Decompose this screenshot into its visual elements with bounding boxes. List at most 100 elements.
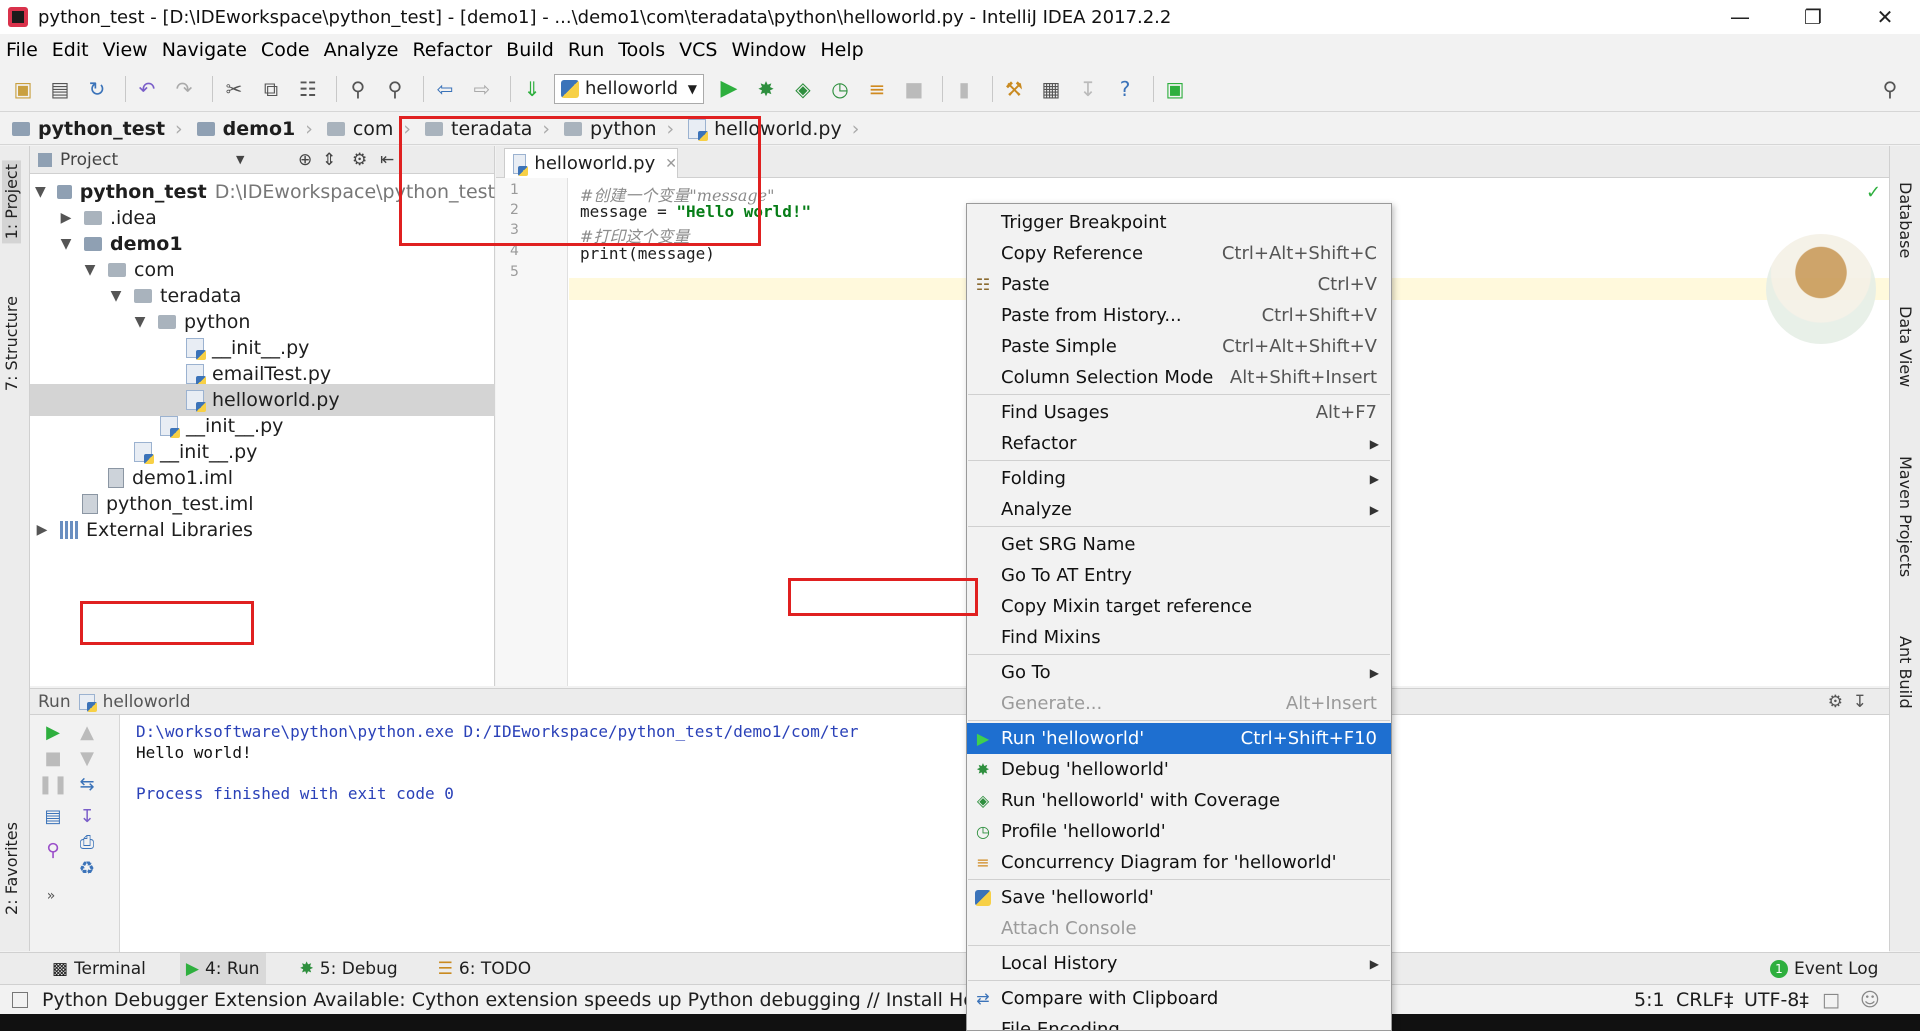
locate-icon[interactable]: ⊕: [298, 150, 312, 170]
expand-arrow-icon[interactable]: ▼: [130, 314, 150, 330]
structure-tool-tab[interactable]: 7: Structure: [2, 296, 21, 391]
hide-icon[interactable]: ⇤: [380, 150, 394, 170]
expand-arrow-icon[interactable]: ▼: [80, 262, 100, 278]
run-icon[interactable]: ▶: [714, 74, 744, 104]
menu-tools[interactable]: Tools: [618, 39, 665, 61]
menu-item-local-history[interactable]: Local History ▶: [967, 948, 1391, 979]
menu-item-go-to[interactable]: Go To ▶: [967, 657, 1391, 688]
collapse-all-icon[interactable]: ⇕: [322, 150, 336, 170]
redo-icon[interactable]: ↷: [169, 74, 199, 104]
inspector-icon[interactable]: ☺: [1860, 989, 1880, 1011]
tree-item-external-libraries[interactable]: ▶ External Libraries: [30, 514, 495, 546]
replace-icon[interactable]: ⚲: [380, 74, 410, 104]
open-folder-icon[interactable]: ▣: [8, 74, 38, 104]
menu-item-copy-mixin-target[interactable]: Copy Mixin target reference: [967, 591, 1391, 622]
collapse-arrow-icon[interactable]: ▶: [32, 522, 52, 538]
concurrency-icon[interactable]: ≡: [862, 74, 892, 104]
expand-arrow-icon[interactable]: ▼: [32, 184, 49, 200]
editor-tab-helloworld[interactable]: helloworld.py ✕: [504, 148, 678, 178]
crumb-python[interactable]: python ›: [564, 118, 674, 140]
code-line-4[interactable]: print(message): [580, 244, 715, 263]
menu-item-find-mixins[interactable]: Find Mixins: [967, 622, 1391, 653]
lock-icon[interactable]: □: [1822, 989, 1840, 1011]
coverage-icon[interactable]: ◈: [788, 74, 818, 104]
menu-item-save-helloworld[interactable]: Save 'helloworld': [967, 882, 1391, 913]
project-tool-tab[interactable]: 1: Project: [2, 160, 21, 244]
expand-arrow-icon[interactable]: ▼: [106, 288, 126, 304]
menu-analyze[interactable]: Analyze: [324, 39, 399, 61]
copy-icon[interactable]: ⧉: [256, 74, 286, 104]
menu-vcs[interactable]: VCS: [679, 39, 717, 61]
more-icon[interactable]: »: [38, 883, 64, 909]
menu-navigate[interactable]: Navigate: [162, 39, 247, 61]
crumb-com[interactable]: com ›: [326, 118, 411, 140]
collapse-arrow-icon[interactable]: ▶: [56, 210, 76, 226]
clear-all-icon[interactable]: ♻: [74, 855, 100, 881]
run-panel-config[interactable]: helloworld: [103, 692, 191, 712]
file-encoding[interactable]: UTF-8‡: [1744, 989, 1809, 1011]
debug-tab[interactable]: ✸ 5: Debug: [294, 953, 404, 985]
menu-item-compare-with-clipboard[interactable]: ⇄ Compare with Clipboard: [967, 983, 1391, 1014]
menu-item-concurrency-diagram[interactable]: ≡ Concurrency Diagram for 'helloworld': [967, 847, 1391, 878]
menu-item-debug-helloworld[interactable]: ✸ Debug 'helloworld': [967, 754, 1391, 785]
favorites-tool-tab[interactable]: 2: Favorites: [2, 822, 21, 915]
back-icon[interactable]: ⇦: [430, 74, 460, 104]
project-view-select[interactable]: Project: [60, 150, 118, 170]
layout-icon[interactable]: ▤: [40, 803, 66, 829]
minimize-button[interactable]: —: [1705, 0, 1775, 34]
find-icon[interactable]: ⚲: [343, 74, 373, 104]
sync-icon[interactable]: ↻: [82, 74, 112, 104]
rerun-icon[interactable]: ▶: [40, 719, 66, 745]
close-tab-icon[interactable]: ✕: [665, 156, 677, 172]
help-icon[interactable]: ?: [1110, 74, 1140, 104]
menu-run[interactable]: Run: [568, 39, 604, 61]
hide-panel-icon[interactable]: ↧: [1853, 692, 1867, 712]
database-tool-tab[interactable]: Database: [1896, 182, 1915, 258]
forward-icon[interactable]: ⇨: [467, 74, 497, 104]
cut-icon[interactable]: ✂: [219, 74, 249, 104]
menu-help[interactable]: Help: [820, 39, 863, 61]
menu-item-paste-simple[interactable]: Paste Simple Ctrl+Alt+Shift+V: [967, 331, 1391, 362]
project-structure-icon[interactable]: ▦: [1036, 74, 1066, 104]
menu-item-go-to-at-entry[interactable]: Go To AT Entry: [967, 560, 1391, 591]
paste-icon[interactable]: ☷: [293, 74, 323, 104]
menu-item-copy-reference[interactable]: Copy Reference Ctrl+Alt+Shift+C: [967, 238, 1391, 269]
gear-icon[interactable]: ⚙: [1828, 692, 1843, 712]
menu-code[interactable]: Code: [261, 39, 310, 61]
maximize-button[interactable]: ❐: [1778, 0, 1848, 34]
pause-icon[interactable]: ❚❚: [38, 771, 68, 797]
menu-item-folding[interactable]: Folding ▶: [967, 463, 1391, 494]
scroll-down-icon[interactable]: ▼: [74, 745, 100, 771]
menu-item-column-selection-mode[interactable]: Column Selection Mode Alt+Shift+Insert: [967, 362, 1391, 393]
todo-tab[interactable]: ☰ 6: TODO: [432, 953, 537, 985]
undo-icon[interactable]: ↶: [132, 74, 162, 104]
expand-arrow-icon[interactable]: ▼: [56, 236, 76, 252]
crumb-teradata[interactable]: teradata ›: [425, 118, 550, 140]
menu-item-analyze[interactable]: Analyze ▶: [967, 494, 1391, 525]
menu-file[interactable]: File: [6, 39, 38, 61]
scroll-to-end-icon[interactable]: ↧: [74, 803, 100, 829]
stop-icon[interactable]: ■: [899, 74, 929, 104]
ant-build-tool-tab[interactable]: Ant Build: [1896, 636, 1915, 709]
menu-item-profile-helloworld[interactable]: ◷ Profile 'helloworld': [967, 816, 1391, 847]
crumb-python-test[interactable]: python_test ›: [12, 118, 183, 140]
settings-icon[interactable]: ⚒: [999, 74, 1029, 104]
line-separator[interactable]: CRLF‡: [1676, 989, 1733, 1011]
menu-item-paste[interactable]: ☷ Paste Ctrl+V: [967, 269, 1391, 300]
crumb-helloworld[interactable]: helloworld.py ›: [688, 118, 859, 141]
profile-icon[interactable]: ◷: [825, 74, 855, 104]
menu-refactor[interactable]: Refactor: [412, 39, 492, 61]
menu-edit[interactable]: Edit: [52, 39, 89, 61]
data-view-tool-tab[interactable]: Data View: [1896, 306, 1915, 387]
build-icon[interactable]: ⇓: [517, 74, 547, 104]
menu-item-run-with-coverage[interactable]: ◈ Run 'helloworld' with Coverage: [967, 785, 1391, 816]
menu-item-paste-from-history[interactable]: Paste from History... Ctrl+Shift+V: [967, 300, 1391, 331]
save-all-icon[interactable]: ▤: [45, 74, 75, 104]
crumb-demo1[interactable]: demo1 ›: [196, 118, 313, 140]
debug-icon[interactable]: ✸: [751, 74, 781, 104]
code-line-2[interactable]: message = "Hello world!": [580, 202, 811, 221]
print-icon[interactable]: ⎙: [74, 829, 100, 855]
search-everywhere-icon[interactable]: ⚲: [1875, 74, 1905, 104]
scroll-up-icon[interactable]: ▲: [74, 719, 100, 745]
plugin-icon[interactable]: ▣: [1160, 74, 1190, 104]
